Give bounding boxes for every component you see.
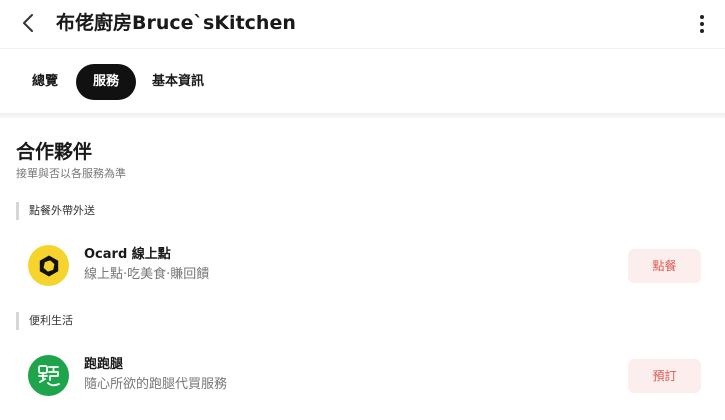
partner-description: 線上點·吃美食·賺回饋	[84, 267, 210, 282]
runner-logo-shape	[37, 364, 60, 386]
more-options-button[interactable]	[690, 9, 714, 39]
more-vertical-icon	[700, 15, 704, 19]
section-divider	[0, 113, 725, 118]
tab-overview[interactable]: 總覽	[32, 64, 58, 100]
partner-name: Ocard 線上點	[84, 247, 171, 262]
group-label-takeout: 點餐外帶外送	[16, 202, 95, 220]
chevron-left-icon	[23, 14, 33, 32]
order-button[interactable]: 點餐	[628, 249, 701, 283]
runner-logo-icon	[28, 355, 69, 396]
partner-description: 隨心所欲的跑腿代買服務	[84, 377, 228, 392]
tab-basic-info[interactable]: 基本資訊	[152, 64, 204, 100]
tab-services[interactable]: 服務	[76, 64, 136, 100]
section-subtitle: 接單與否以各服務為準	[16, 167, 126, 180]
ocard-logo-shape	[39, 255, 58, 276]
partner-item-runner[interactable]: 跑跑腿 隨心所欲的跑腿代買服務 預訂	[0, 350, 725, 402]
tab-bar: 總覽 服務 基本資訊	[0, 64, 725, 100]
app-header: 布佬廚房Bruce`sKitchen	[0, 0, 725, 48]
page-title: 布佬廚房Bruce`sKitchen	[56, 12, 296, 34]
book-button[interactable]: 預訂	[628, 359, 701, 393]
group-label-lifestyle: 便利生活	[16, 312, 73, 330]
back-button[interactable]	[14, 9, 42, 37]
more-dot	[700, 22, 704, 26]
partner-name: 跑跑腿	[84, 357, 124, 372]
partner-item-ocard[interactable]: Ocard 線上點 線上點·吃美食·賺回饋 點餐	[0, 240, 725, 292]
ocard-logo-icon	[28, 245, 69, 286]
more-dot	[700, 29, 704, 33]
section-title: 合作夥伴	[16, 141, 93, 163]
header-divider	[0, 48, 725, 49]
